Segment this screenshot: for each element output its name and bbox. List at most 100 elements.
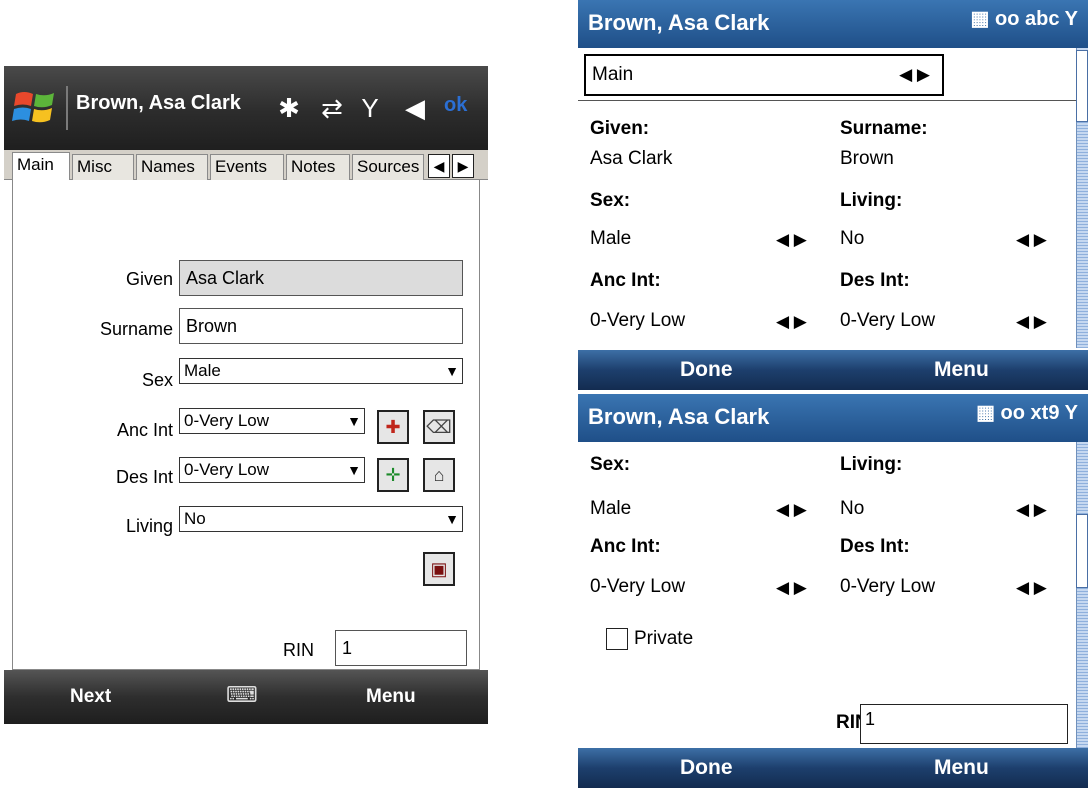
view-combo[interactable]: Main ◀ ▶	[584, 54, 944, 96]
sync-arrows-icon: ⇄	[321, 93, 343, 123]
speaker-icon: ◀	[405, 93, 425, 123]
keyboard-icon[interactable]: ⌨	[226, 682, 260, 707]
bluetooth-icon: ✱	[278, 93, 300, 123]
sex-select[interactable]: Male ▼	[179, 358, 463, 384]
title-bar: Brown, Asa Clark ▦ oo xt9 Y	[578, 394, 1088, 442]
keyboard-mode-icon: ▦	[976, 402, 995, 424]
tab-sources[interactable]: Sources	[352, 154, 424, 180]
signal-icon: Y	[1064, 8, 1078, 30]
anc-int-select-value: 0-Very Low	[184, 411, 270, 430]
sex-left-right-icon[interactable]: ◀ ▶	[776, 500, 807, 520]
anc-int-label: Anc Int:	[590, 270, 661, 291]
anc-int-value[interactable]: 0-Very Low	[590, 576, 685, 598]
living-select[interactable]: No ▼	[179, 506, 463, 532]
anc-left-right-icon[interactable]: ◀ ▶	[776, 312, 807, 332]
tab-scroll-right-button[interactable]: ▶	[452, 154, 474, 178]
given-label: Given	[125, 269, 173, 289]
des-left-right-icon[interactable]: ◀ ▶	[1016, 578, 1047, 598]
living-select-value: No	[184, 509, 206, 528]
menu-softkey[interactable]: Menu	[934, 358, 989, 382]
sex-select-value: Male	[184, 361, 221, 380]
smartphone-screen-bottom: Brown, Asa Clark ▦ oo xt9 Y Sex: Living:…	[578, 394, 1088, 788]
home-icon[interactable]: ⌂	[423, 458, 455, 492]
sex-left-right-icon[interactable]: ◀ ▶	[776, 230, 807, 250]
des-int-value[interactable]: 0-Very Low	[840, 310, 935, 332]
descendant-interest-icon[interactable]: ✛	[377, 458, 409, 492]
tab-strip: Main Misc Names Events Notes Sources ◀ ▶	[4, 150, 488, 181]
des-int-value[interactable]: 0-Very Low	[840, 576, 935, 598]
sex-value[interactable]: Male	[590, 228, 631, 250]
rin-field[interactable]: 1	[335, 630, 467, 666]
windows-start-icon[interactable]	[10, 84, 60, 130]
given-value[interactable]: Asa Clark	[590, 148, 672, 170]
keyboard-mode-icon: ▦	[970, 8, 990, 30]
sex-label: Sex:	[590, 190, 631, 211]
living-label: Living:	[840, 190, 903, 211]
given-label: Given:	[590, 118, 650, 139]
divider	[578, 100, 1076, 101]
anc-int-label: Anc Int:	[590, 536, 661, 557]
touch-device-screen: Brown, Asa Clark ✱ ⇄ Y ◀ ok Main Misc Na…	[4, 66, 488, 724]
voicemail-icon: oo	[994, 8, 1020, 30]
record-details-icon[interactable]: ▣	[423, 552, 455, 586]
window-title: Brown, Asa Clark	[588, 10, 770, 35]
scrollbar-thumb[interactable]	[1076, 50, 1088, 122]
softkey-bar: Done Menu	[578, 350, 1088, 390]
softkey-bar: Done Menu	[578, 748, 1088, 788]
anc-left-right-icon[interactable]: ◀ ▶	[776, 578, 807, 598]
rin-field[interactable]: 1	[860, 704, 1068, 744]
title-bar: Brown, Asa Clark ✱ ⇄ Y ◀ ok	[4, 66, 488, 150]
private-checkbox[interactable]	[606, 628, 628, 650]
tab-main[interactable]: Main	[12, 152, 70, 181]
living-left-right-icon[interactable]: ◀ ▶	[1016, 500, 1047, 520]
input-mode-indicator: abc	[1024, 8, 1060, 30]
living-label: Living:	[840, 454, 903, 475]
status-icons: ▦ oo abc Y	[971, 6, 1078, 31]
signal-icon: Y	[361, 93, 379, 123]
menu-softkey[interactable]: Menu	[366, 686, 416, 708]
tab-events[interactable]: Events	[210, 154, 284, 180]
left-right-arrows-icon: ◀ ▶	[899, 65, 930, 84]
surname-field[interactable]: Brown	[179, 308, 463, 344]
des-left-right-icon[interactable]: ◀ ▶	[1016, 312, 1047, 332]
done-softkey[interactable]: Done	[680, 756, 733, 780]
dropdown-arrow-icon: ▼	[445, 363, 459, 379]
window-title: Brown, Asa Clark	[588, 404, 770, 429]
title-separator	[66, 86, 68, 130]
eraser-icon[interactable]: ⌫	[423, 410, 455, 444]
anc-int-label: Anc Int	[116, 420, 173, 440]
tab-scroll-left-button[interactable]: ◀	[428, 154, 450, 178]
des-int-label: Des Int:	[840, 270, 910, 291]
des-int-select-value: 0-Very Low	[184, 460, 270, 479]
ok-button[interactable]: ok	[444, 94, 467, 117]
tab-misc[interactable]: Misc	[72, 154, 134, 180]
living-label: Living	[125, 516, 173, 536]
tab-names[interactable]: Names	[136, 154, 208, 180]
des-int-label: Des Int	[115, 467, 173, 487]
scrollbar[interactable]	[1076, 442, 1088, 748]
rin-label: RIN	[283, 640, 314, 660]
living-value[interactable]: No	[840, 228, 864, 250]
living-left-right-icon[interactable]: ◀ ▶	[1016, 230, 1047, 250]
des-int-select[interactable]: 0-Very Low ▼	[179, 457, 365, 483]
signal-icon: Y	[1064, 402, 1078, 424]
next-softkey[interactable]: Next	[70, 686, 111, 708]
done-softkey[interactable]: Done	[680, 358, 733, 382]
tab-notes[interactable]: Notes	[286, 154, 350, 180]
dropdown-arrow-icon: ▼	[347, 462, 361, 478]
surname-label: Surname	[99, 319, 173, 339]
ancestor-interest-icon[interactable]: ✚	[377, 410, 409, 444]
anc-int-select[interactable]: 0-Very Low ▼	[179, 408, 365, 434]
scrollbar-thumb[interactable]	[1076, 514, 1088, 588]
title-bar: Brown, Asa Clark ▦ oo abc Y	[578, 0, 1088, 48]
surname-value[interactable]: Brown	[840, 148, 894, 170]
sex-label: Sex	[141, 370, 173, 390]
living-value[interactable]: No	[840, 498, 864, 520]
anc-int-value[interactable]: 0-Very Low	[590, 310, 685, 332]
given-field[interactable]: Asa Clark	[179, 260, 463, 296]
dropdown-arrow-icon: ▼	[347, 413, 361, 429]
view-combo-value: Main	[592, 64, 634, 85]
menu-softkey[interactable]: Menu	[934, 756, 989, 780]
sex-value[interactable]: Male	[590, 498, 631, 520]
softkey-bar: Next ⌨ Menu	[4, 670, 488, 724]
